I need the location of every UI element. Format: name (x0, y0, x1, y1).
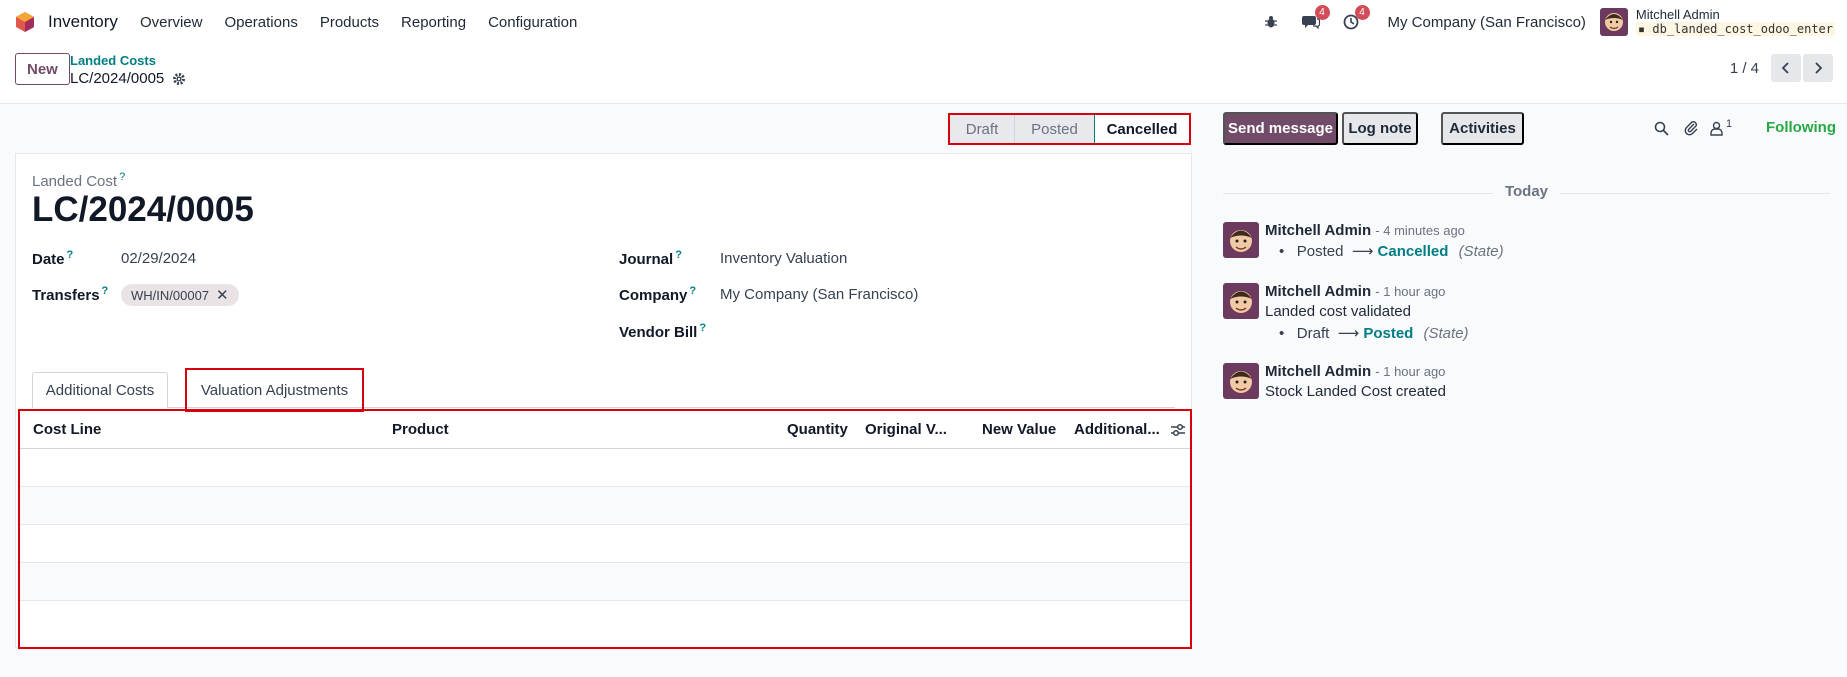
company-field[interactable]: My Company (San Francisco) (720, 286, 918, 303)
message-time: - 1 hour ago (1375, 364, 1446, 379)
notebook-tabs: Additional Costs Valuation Adjustments (32, 368, 1175, 412)
pager: 1 / 4 (1730, 54, 1833, 82)
optional-columns-icon[interactable] (1170, 423, 1186, 437)
help-icon[interactable]: ? (689, 285, 696, 297)
table-header: Cost Line Product Quantity Original V...… (20, 411, 1190, 449)
pager-value[interactable]: 1 / 4 (1730, 60, 1759, 77)
message-author: Mitchell Admin - 4 minutes ago (1265, 222, 1465, 239)
message-body: Stock Landed Cost created (1265, 383, 1446, 400)
company-label: Company? (619, 285, 697, 304)
nav-overview[interactable]: Overview (140, 14, 203, 31)
date-label: Date? (32, 249, 74, 268)
column-product[interactable]: Product (392, 421, 449, 438)
messages-icon[interactable]: 4 (1300, 5, 1330, 33)
avatar[interactable] (1223, 363, 1259, 399)
breadcrumb-current: LC/2024/0005 (70, 70, 186, 87)
date-separator: Today (1223, 183, 1830, 203)
tracking-value: • Draft ⟶ Posted (State) (1279, 325, 1469, 342)
paperclip-icon[interactable] (1681, 118, 1701, 138)
followers-count: 1 (1726, 118, 1733, 130)
pager-next-button[interactable] (1803, 54, 1833, 82)
search-icon[interactable] (1651, 118, 1671, 138)
company-switcher[interactable]: My Company (San Francisco) (1388, 14, 1586, 31)
database-name: ▪ db_landed_cost_odoo_enter (1635, 22, 1835, 36)
valuation-adjustments-table: Cost Line Product Quantity Original V...… (18, 409, 1192, 649)
journal-label: Journal? (619, 249, 682, 268)
table-row (20, 487, 1190, 525)
send-message-button[interactable]: Send message (1223, 112, 1338, 145)
user-name: Mitchell Admin (1635, 7, 1720, 22)
nav-operations[interactable]: Operations (224, 14, 297, 31)
database-icon: ▪ (1637, 22, 1653, 36)
message-time: - 4 minutes ago (1375, 223, 1465, 238)
bullet-icon: • (1279, 243, 1285, 260)
nav-reporting[interactable]: Reporting (401, 14, 466, 31)
transfer-tag[interactable]: WH/IN/00007 ✕ (121, 284, 239, 306)
inventory-app-icon[interactable] (14, 11, 36, 33)
gear-icon[interactable] (172, 72, 186, 86)
vendor-bill-label: Vendor Bill? (619, 322, 707, 341)
journal-field[interactable]: Inventory Valuation (720, 250, 847, 267)
user-avatar[interactable] (1599, 8, 1628, 36)
help-icon[interactable]: ? (102, 285, 109, 297)
column-original-value[interactable]: Original V... (865, 421, 947, 438)
app-name[interactable]: Inventory (48, 12, 118, 32)
avatar[interactable] (1223, 222, 1259, 258)
form-sheet: Landed Cost? LC/2024/0005 Date? 02/29/20… (15, 153, 1192, 649)
column-quantity[interactable]: Quantity (787, 421, 848, 438)
followers-button[interactable]: 1 (1710, 118, 1740, 138)
transfers-label: Transfers? (32, 285, 109, 304)
activity-clock-icon[interactable]: 4 (1340, 5, 1370, 33)
systray: 4 4 My Company (San Francisco) Mitchell … (1260, 0, 1835, 44)
activities-badge: 4 (1354, 5, 1370, 20)
current-record-name: LC/2024/0005 (70, 70, 165, 87)
avatar[interactable] (1223, 283, 1259, 319)
help-icon[interactable]: ? (699, 322, 706, 334)
chevron-right-icon (1815, 62, 1823, 74)
stage-posted[interactable]: Posted (1014, 115, 1094, 143)
column-additional[interactable]: Additional... (1074, 421, 1160, 438)
status-bar: Draft Posted Cancelled (948, 113, 1191, 145)
tab-valuation-adjustments[interactable]: Valuation Adjustments (185, 368, 364, 412)
message-author: Mitchell Admin - 1 hour ago (1265, 363, 1446, 380)
top-navbar: Inventory Overview Operations Products R… (0, 0, 1847, 44)
breadcrumb-landed-costs[interactable]: Landed Costs (70, 53, 156, 68)
table-row (20, 601, 1190, 639)
date-field[interactable]: 02/29/2024 (121, 250, 196, 267)
table-row (20, 563, 1190, 601)
stage-cancelled[interactable]: Cancelled (1094, 115, 1189, 143)
user-icon (1710, 121, 1723, 136)
message-time: - 1 hour ago (1375, 284, 1446, 299)
nav-configuration[interactable]: Configuration (488, 14, 577, 31)
message-author: Mitchell Admin - 1 hour ago (1265, 283, 1446, 300)
help-icon[interactable]: ? (119, 171, 125, 183)
pager-previous-button[interactable] (1771, 54, 1801, 82)
landed-cost-label: Landed Cost? (32, 171, 126, 190)
message-body: Landed cost validated (1265, 303, 1411, 320)
bug-icon[interactable] (1260, 11, 1282, 33)
new-button[interactable]: New (15, 53, 70, 85)
column-new-value[interactable]: New Value (982, 421, 1056, 438)
nav-products[interactable]: Products (320, 14, 379, 31)
log-note-button[interactable]: Log note (1342, 112, 1418, 145)
control-panel: New Landed Costs LC/2024/0005 1 / 4 (0, 44, 1847, 104)
tracking-value: • Posted ⟶ Cancelled (State) (1279, 243, 1504, 260)
stage-draft[interactable]: Draft (950, 115, 1014, 143)
activities-button[interactable]: Activities (1441, 112, 1524, 145)
table-row (20, 525, 1190, 563)
table-row (20, 449, 1190, 487)
bullet-icon: • (1279, 325, 1285, 342)
column-cost-line[interactable]: Cost Line (33, 421, 101, 438)
record-title[interactable]: LC/2024/0005 (32, 190, 254, 230)
following-button[interactable]: Following (1766, 119, 1836, 136)
user-menu[interactable]: Mitchell Admin ▪ db_landed_cost_odoo_ent… (1635, 7, 1835, 36)
help-icon[interactable]: ? (67, 249, 74, 261)
chevron-left-icon (1781, 62, 1789, 74)
tab-additional-costs[interactable]: Additional Costs (32, 372, 168, 408)
help-icon[interactable]: ? (675, 249, 682, 261)
date-separator-label: Today (1504, 183, 1549, 200)
messages-badge: 4 (1314, 5, 1330, 20)
remove-tag-icon[interactable]: ✕ (216, 286, 229, 304)
